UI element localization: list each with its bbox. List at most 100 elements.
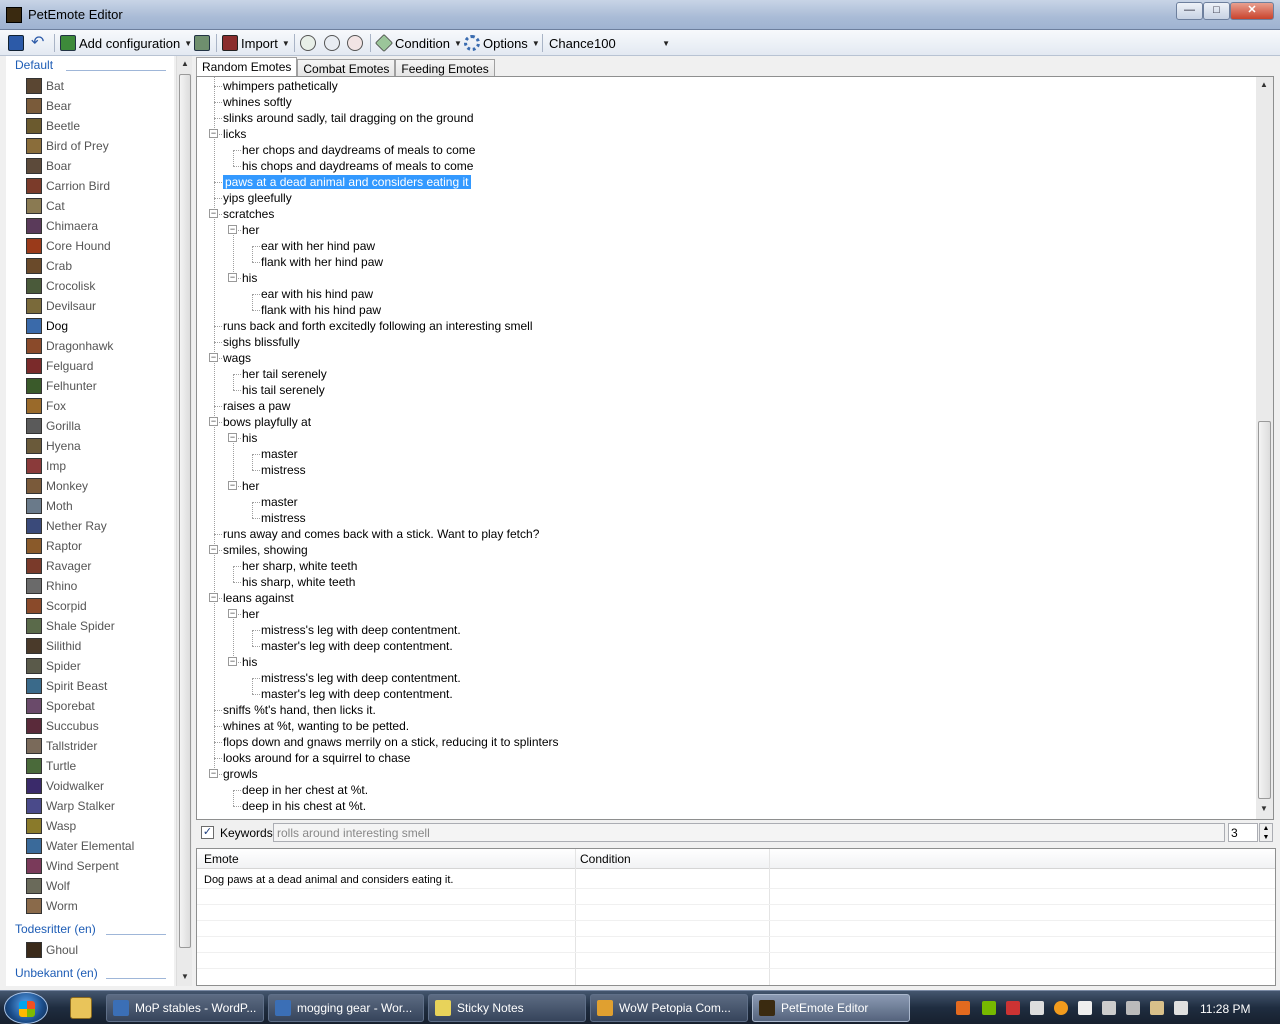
tree-node[interactable]: ear with his hind paw bbox=[261, 287, 373, 301]
tree-node[interactable]: master bbox=[261, 495, 298, 509]
tree-node[interactable]: his bbox=[242, 655, 257, 669]
pet-item[interactable]: Turtle bbox=[26, 757, 171, 775]
taskbar-button[interactable]: Sticky Notes bbox=[428, 994, 586, 1022]
remove-configuration-button[interactable] bbox=[194, 33, 210, 53]
pet-item[interactable]: Cat bbox=[26, 197, 171, 215]
tray-speaker-off-icon[interactable] bbox=[1078, 1001, 1092, 1015]
pet-item[interactable]: Core Hound bbox=[26, 237, 171, 255]
close-button[interactable]: ✕ bbox=[1230, 2, 1274, 20]
tree-node[interactable]: slinks around sadly, tail dragging on th… bbox=[223, 111, 474, 125]
tab-random-emotes[interactable]: Random Emotes bbox=[196, 57, 298, 78]
pet-item[interactable]: Fox bbox=[26, 397, 171, 415]
delete-emote-button[interactable] bbox=[347, 33, 363, 53]
collapse-toggle-icon[interactable]: − bbox=[209, 417, 218, 426]
keywords-checkbox[interactable]: ✓ bbox=[201, 826, 214, 839]
tree-node[interactable]: mistress's leg with deep contentment. bbox=[261, 671, 461, 685]
scroll-up-icon[interactable]: ▲ bbox=[1257, 80, 1271, 89]
pet-item[interactable]: Monkey bbox=[26, 477, 171, 495]
pet-item[interactable]: Crab bbox=[26, 257, 171, 275]
pet-item[interactable]: Bear bbox=[26, 97, 171, 115]
pet-item[interactable]: Nether Ray bbox=[26, 517, 171, 535]
pet-item[interactable]: Tallstrider bbox=[26, 737, 171, 755]
keywords-input[interactable] bbox=[273, 823, 1225, 842]
add-configuration-button[interactable]: Add configuration ▼ bbox=[60, 33, 192, 53]
tree-node[interactable]: licks bbox=[223, 127, 246, 141]
pet-item[interactable]: Carrion Bird bbox=[26, 177, 171, 195]
tree-node[interactable]: whines at %t, wanting to be petted. bbox=[223, 719, 409, 733]
tree-node[interactable]: master bbox=[261, 447, 298, 461]
pet-item[interactable]: Chimaera bbox=[26, 217, 171, 235]
pet-item[interactable]: Beetle bbox=[26, 117, 171, 135]
pet-item[interactable]: Succubus bbox=[26, 717, 171, 735]
tray-app-icon[interactable] bbox=[1006, 1001, 1020, 1015]
tree-node[interactable]: bows playfully at bbox=[223, 415, 311, 429]
collapse-toggle-icon[interactable]: − bbox=[209, 545, 218, 554]
pet-item[interactable]: Ghoul bbox=[26, 941, 171, 959]
collapse-toggle-icon[interactable]: − bbox=[228, 609, 237, 618]
minimize-button[interactable]: — bbox=[1176, 2, 1203, 20]
tree-node[interactable]: his chops and daydreams of meals to come bbox=[242, 159, 473, 173]
save-button[interactable] bbox=[8, 33, 24, 53]
collapse-toggle-icon[interactable]: − bbox=[228, 433, 237, 442]
tray-device-icon[interactable] bbox=[1126, 1001, 1140, 1015]
collapse-toggle-icon[interactable]: − bbox=[209, 129, 218, 138]
pet-item[interactable]: Dragonhawk bbox=[26, 337, 171, 355]
pet-item[interactable]: Felguard bbox=[26, 357, 171, 375]
pet-item[interactable]: Shale Spider bbox=[26, 617, 171, 635]
explorer-icon[interactable] bbox=[70, 997, 92, 1019]
tray-flame-icon[interactable] bbox=[956, 1001, 970, 1015]
tree-node[interactable]: leans against bbox=[223, 591, 294, 605]
tree-node[interactable]: runs away and comes back with a stick. W… bbox=[223, 527, 539, 541]
taskbar-button[interactable]: WoW Petopia Com... bbox=[590, 994, 748, 1022]
tree-node[interactable]: her sharp, white teeth bbox=[242, 559, 357, 573]
group-header[interactable]: Todesritter (en) bbox=[15, 922, 96, 936]
tree-node[interactable]: mistress's leg with deep contentment. bbox=[261, 623, 461, 637]
pet-item[interactable]: Imp bbox=[26, 457, 171, 475]
scrollbar-thumb[interactable] bbox=[1258, 421, 1271, 799]
pet-item[interactable]: Voidwalker bbox=[26, 777, 171, 795]
group-header[interactable]: Unbekannt (en) bbox=[15, 966, 98, 980]
pet-item[interactable]: Sporebat bbox=[26, 697, 171, 715]
pet-item[interactable]: Devilsaur bbox=[26, 297, 171, 315]
pet-item[interactable]: Rhino bbox=[26, 577, 171, 595]
tree-node[interactable]: master's leg with deep contentment. bbox=[261, 687, 453, 701]
pet-item[interactable]: Dog bbox=[26, 317, 171, 335]
pet-item[interactable]: Hyena bbox=[26, 437, 171, 455]
tree-node[interactable]: deep in her chest at %t. bbox=[242, 783, 368, 797]
chance-dropdown[interactable]: 100 ▼ bbox=[594, 33, 670, 53]
collapse-toggle-icon[interactable]: − bbox=[228, 657, 237, 666]
start-button[interactable] bbox=[4, 992, 48, 1024]
tree-node[interactable]: mistress bbox=[261, 511, 306, 525]
tree-node[interactable]: master's leg with deep contentment. bbox=[261, 639, 453, 653]
add-emote-button[interactable] bbox=[300, 33, 316, 53]
options-button[interactable]: Options ▼ bbox=[464, 33, 540, 53]
tray-battery-icon[interactable] bbox=[1150, 1001, 1164, 1015]
tray-orange-icon[interactable] bbox=[1054, 1001, 1068, 1015]
tree-node[interactable]: runs back and forth excitedly following … bbox=[223, 319, 533, 333]
collapse-toggle-icon[interactable]: − bbox=[209, 209, 218, 218]
taskbar-button[interactable]: MoP stables - WordP... bbox=[106, 994, 264, 1022]
tray-volume-icon[interactable] bbox=[1174, 1001, 1188, 1015]
pet-item[interactable]: Water Elemental bbox=[26, 837, 171, 855]
scroll-up-icon[interactable]: ▲ bbox=[178, 59, 192, 68]
pet-item[interactable]: Boar bbox=[26, 157, 171, 175]
pet-item[interactable]: Wind Serpent bbox=[26, 857, 171, 875]
keywords-count-stepper[interactable]: ▲ ▼ bbox=[1259, 823, 1273, 842]
pet-item[interactable]: Felhunter bbox=[26, 377, 171, 395]
pet-item[interactable]: Raptor bbox=[26, 537, 171, 555]
tree-node[interactable]: flank with his hind paw bbox=[261, 303, 381, 317]
tree-node[interactable]: smiles, showing bbox=[223, 543, 308, 557]
tree-node[interactable]: his bbox=[242, 431, 257, 445]
tree-node[interactable]: looks around for a squirrel to chase bbox=[223, 751, 410, 765]
tree-node[interactable]: growls bbox=[223, 767, 258, 781]
tree-node[interactable]: his tail serenely bbox=[242, 383, 325, 397]
tree-node[interactable]: her chops and daydreams of meals to come bbox=[242, 143, 475, 157]
tree-node[interactable]: yips gleefully bbox=[223, 191, 292, 205]
tree-node[interactable]: sniffs %t's hand, then licks it. bbox=[223, 703, 376, 717]
tree-node[interactable]: paws at a dead animal and considers eati… bbox=[223, 175, 471, 189]
collapse-toggle-icon[interactable]: − bbox=[228, 225, 237, 234]
pet-item[interactable]: Ravager bbox=[26, 557, 171, 575]
maximize-button[interactable]: □ bbox=[1203, 2, 1230, 20]
tree-node[interactable]: her tail serenely bbox=[242, 367, 327, 381]
scrollbar-thumb[interactable] bbox=[179, 74, 191, 948]
